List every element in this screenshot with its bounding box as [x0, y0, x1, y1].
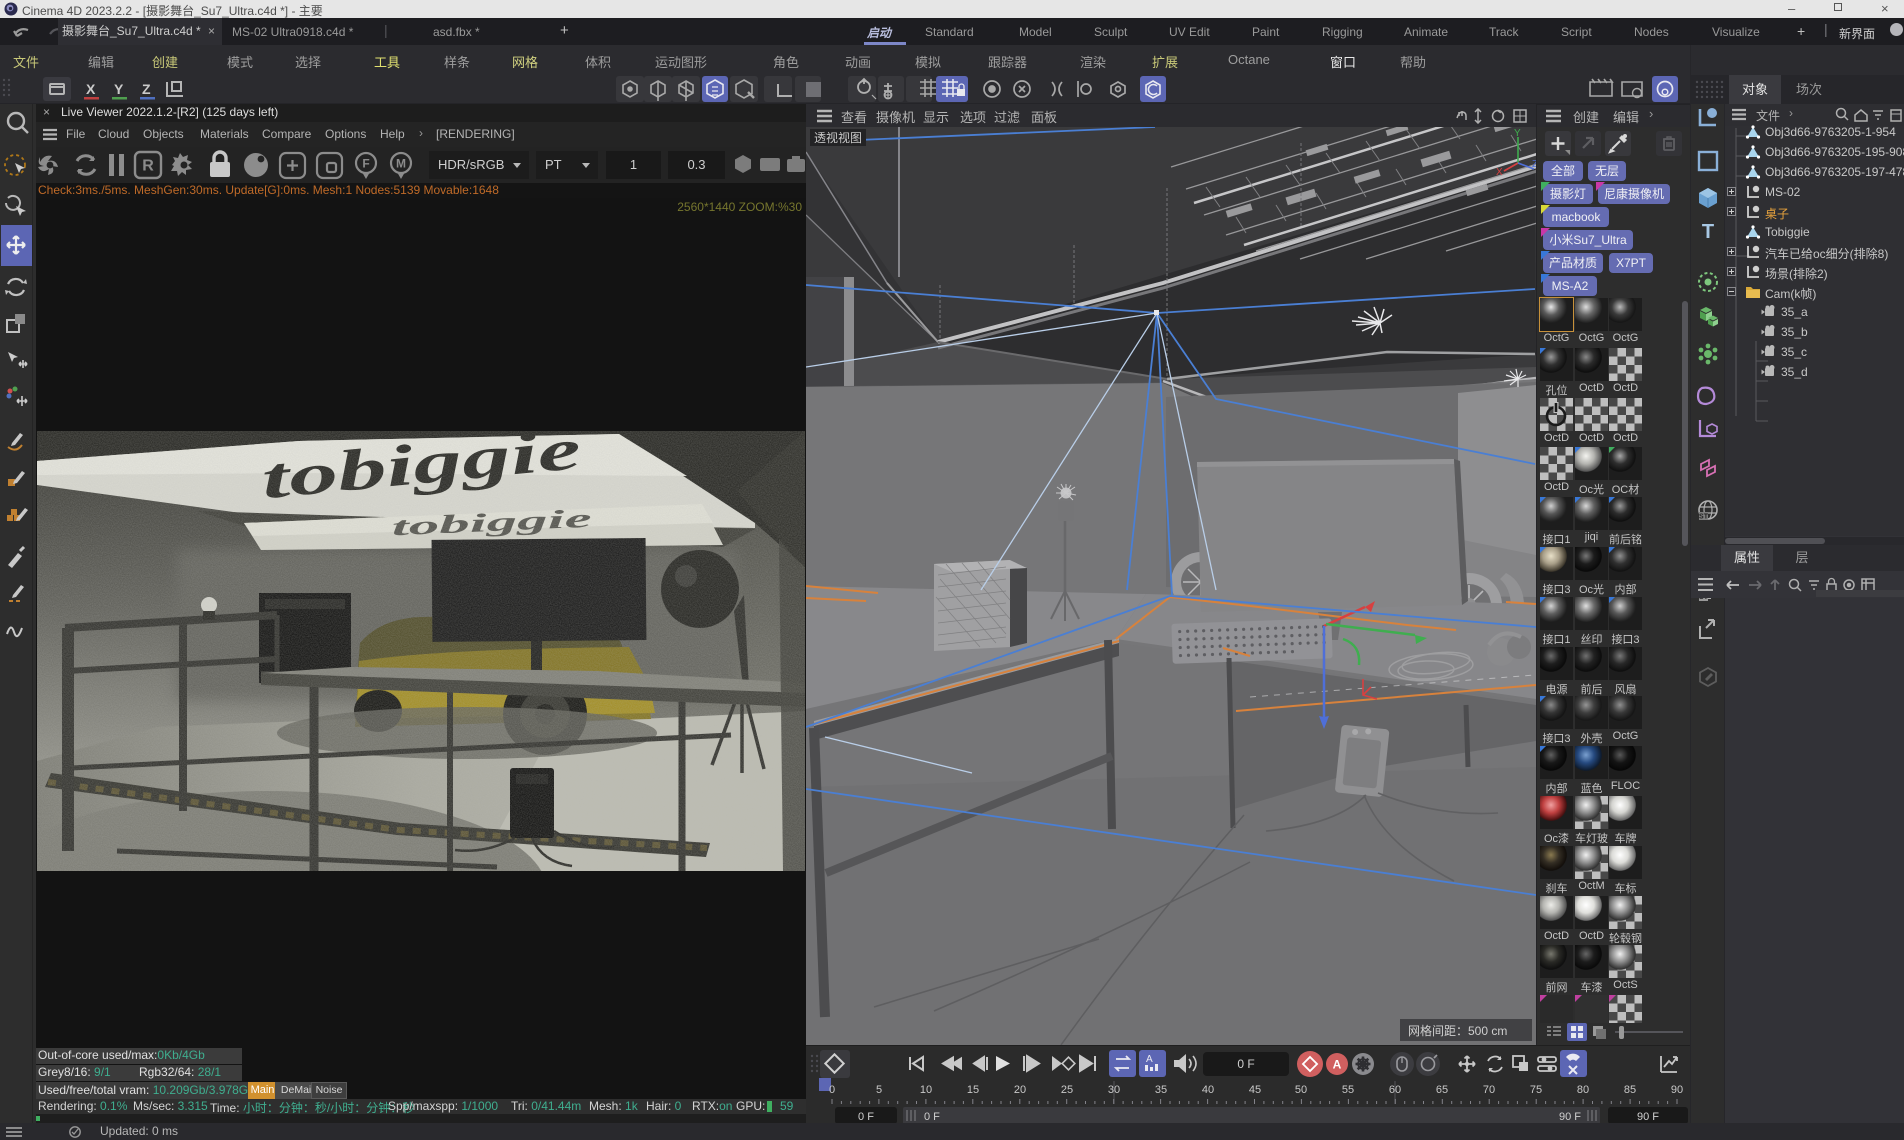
svg-text:80: 80: [1577, 1084, 1589, 1096]
svg-text:X: X: [86, 81, 96, 97]
svg-text:90 F: 90 F: [1559, 1111, 1581, 1123]
svg-text:45: 45: [1249, 1084, 1261, 1096]
svg-text:10: 10: [920, 1084, 932, 1096]
svg-text:X: X: [1496, 167, 1503, 178]
svg-text:55: 55: [1342, 1084, 1354, 1096]
svg-text:40: 40: [1202, 1084, 1214, 1096]
svg-text:网格间距：500 cm: 网格间距：500 cm: [1408, 1023, 1507, 1038]
svg-text:20: 20: [1014, 1084, 1026, 1096]
svg-text:A: A: [1146, 1054, 1153, 1065]
svg-text:M: M: [396, 157, 406, 171]
svg-text:0 F: 0 F: [924, 1111, 940, 1123]
svg-text:5: 5: [876, 1084, 882, 1096]
svg-text:T: T: [1702, 221, 1714, 243]
svg-text:75: 75: [1530, 1084, 1542, 1096]
svg-text:85: 85: [1624, 1084, 1636, 1096]
svg-text:90: 90: [1671, 1084, 1683, 1096]
svg-text:0 F: 0 F: [858, 1111, 874, 1123]
svg-text:A: A: [1333, 1058, 1342, 1072]
svg-text:透视视图: 透视视图: [814, 130, 862, 145]
svg-text:70: 70: [1483, 1084, 1495, 1096]
svg-text:Y: Y: [114, 81, 124, 97]
svg-text:F: F: [362, 157, 369, 171]
svg-text:90 F: 90 F: [1637, 1111, 1659, 1123]
svg-text:35: 35: [1155, 1084, 1167, 1096]
svg-text:R: R: [142, 158, 154, 175]
svg-text:0 F: 0 F: [1237, 1057, 1254, 1071]
svg-text:15: 15: [967, 1084, 979, 1096]
svg-text:65: 65: [1436, 1084, 1448, 1096]
svg-text:0: 0: [829, 1084, 835, 1096]
svg-text:25: 25: [1061, 1084, 1073, 1096]
svg-text:ST: ST: [1699, 514, 1709, 521]
svg-text:Z: Z: [142, 81, 151, 97]
svg-text:Y: Y: [1514, 128, 1521, 139]
svg-text:50: 50: [1295, 1084, 1307, 1096]
